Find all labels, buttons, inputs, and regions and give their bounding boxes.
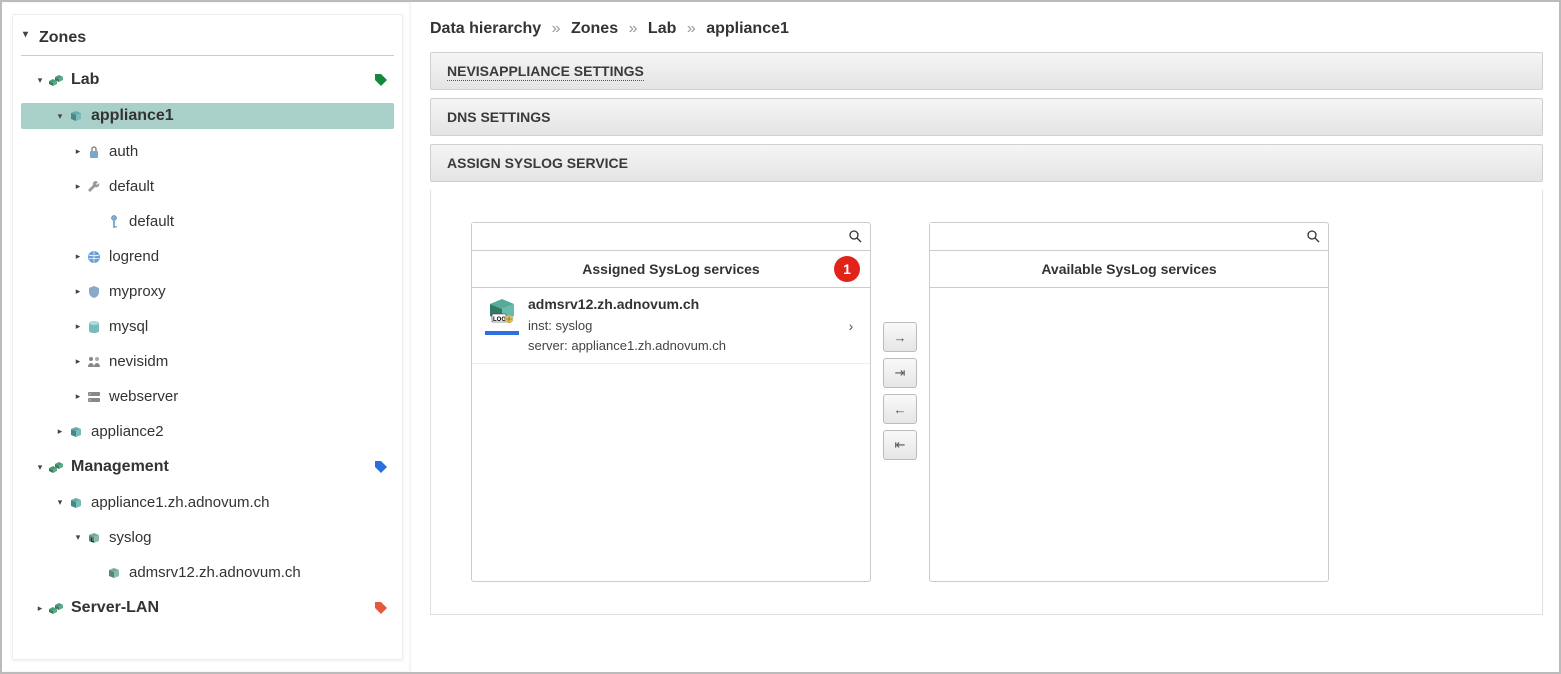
assigned-item[interactable]: LOG admsrv12.zh.adnovum.ch inst: syslog … <box>472 288 870 364</box>
tree-label: Management <box>71 458 169 476</box>
chevron-down-icon <box>53 111 67 122</box>
cube-icon <box>67 424 85 440</box>
log-server-icon: LOG <box>486 296 518 327</box>
panel-nevis[interactable]: NEVISAPPLIANCE SETTINGS <box>430 52 1543 90</box>
tree-label: default <box>129 213 174 230</box>
chevron-right-icon <box>71 146 85 157</box>
chevron-right-icon: › <box>842 318 860 334</box>
panel-syslog[interactable]: ASSIGN SYSLOG SERVICE <box>430 144 1543 182</box>
cubes-icon <box>47 600 65 616</box>
cube-icon <box>67 108 85 124</box>
assigned-header: Assigned SysLog services 1 <box>472 251 870 288</box>
users-icon <box>85 354 103 370</box>
cubes-icon <box>47 459 65 475</box>
tag-icon <box>374 601 388 615</box>
tree-label: default <box>109 178 154 195</box>
tree-item-lab[interactable]: Lab <box>21 67 394 93</box>
chevron-right-icon <box>71 286 85 297</box>
breadcrumb-leaf: appliance1 <box>706 20 789 37</box>
tag-icon <box>374 73 388 87</box>
tree-label: appliance1.zh.adnovum.ch <box>91 494 269 511</box>
tag-icon <box>374 460 388 474</box>
tree-label: auth <box>109 143 138 160</box>
assigned-listbox: Assigned SysLog services 1 LOG admsrv12.… <box>471 222 871 582</box>
globe-icon <box>85 249 103 265</box>
tree-label: logrend <box>109 248 159 265</box>
chevron-down-icon <box>71 532 85 543</box>
chevron-down-icon <box>53 497 67 508</box>
chevron-right-icon <box>71 181 85 192</box>
tree-item-serverlan[interactable]: Server-LAN <box>21 595 394 621</box>
tree-label: syslog <box>109 529 152 546</box>
tree-label: nevisidm <box>109 353 168 370</box>
breadcrumb-zones[interactable]: Zones <box>571 20 618 37</box>
search-icon[interactable] <box>840 223 870 250</box>
tree-item-appliance1[interactable]: appliance1 <box>21 103 394 129</box>
chevron-right-icon <box>71 391 85 402</box>
move-right-button[interactable]: → <box>883 322 917 352</box>
tree-label: appliance1 <box>91 107 174 125</box>
chevron-right-icon <box>53 426 67 437</box>
key-icon <box>105 214 123 230</box>
item-server: server: appliance1.zh.adnovum.ch <box>528 336 842 356</box>
tree-label: Server-LAN <box>71 599 159 617</box>
tree-item-logrend[interactable]: logrend <box>21 244 394 269</box>
tree-item-admsrv12[interactable]: admsrv12.zh.adnovum.ch <box>21 560 394 585</box>
panel-dns[interactable]: DNS SETTINGS <box>430 98 1543 136</box>
tree-item-webserver[interactable]: webserver <box>21 384 394 409</box>
wrench-icon <box>85 179 103 195</box>
move-all-left-button[interactable]: ⇤ <box>883 430 917 460</box>
log-icon: L <box>85 530 103 546</box>
chevron-right-icon <box>33 603 47 614</box>
available-search-input[interactable] <box>930 223 1298 250</box>
assigned-search-input[interactable] <box>472 223 840 250</box>
tree-item-nevisidm[interactable]: nevisidm <box>21 349 394 374</box>
chevron-right-icon <box>71 321 85 332</box>
chevron-right-icon <box>71 251 85 262</box>
cubes-icon <box>47 72 65 88</box>
available-listbox: Available SysLog services <box>929 222 1329 582</box>
svg-text:LOG: LOG <box>493 317 506 323</box>
breadcrumb: Data hierarchy » Zones » Lab » appliance… <box>430 20 1543 52</box>
tree-item-mysql[interactable]: mysql <box>21 314 394 339</box>
item-inst: inst: syslog <box>528 316 842 336</box>
sidebar-tree: Zones Lab <box>2 2 412 672</box>
available-header: Available SysLog services <box>930 251 1328 288</box>
search-icon[interactable] <box>1298 223 1328 250</box>
log-icon <box>105 565 123 581</box>
tree-label: appliance2 <box>91 423 164 440</box>
count-badge: 1 <box>834 256 860 282</box>
tree-item-default-1[interactable]: default <box>21 174 394 199</box>
tree-label: mysql <box>109 318 148 335</box>
tree-label: admsrv12.zh.adnovum.ch <box>129 564 301 581</box>
move-all-right-button[interactable]: ⇥ <box>883 358 917 388</box>
syslog-body: Assigned SysLog services 1 LOG admsrv12.… <box>430 190 1543 615</box>
tree-label: Lab <box>71 71 99 89</box>
shield-icon <box>85 284 103 300</box>
chevron-down-icon <box>33 462 47 473</box>
move-left-button[interactable]: ← <box>883 394 917 424</box>
database-icon <box>85 319 103 335</box>
item-title: admsrv12.zh.adnovum.ch <box>528 296 842 316</box>
transfer-buttons: → ⇥ ← ⇤ <box>883 322 917 460</box>
tree-item-syslog[interactable]: Lsyslog <box>21 525 394 550</box>
svg-text:L: L <box>91 538 94 544</box>
server-icon <box>85 389 103 405</box>
chevron-down-icon <box>33 75 47 86</box>
tree-item-appliance2[interactable]: appliance2 <box>21 419 394 444</box>
breadcrumb-lab[interactable]: Lab <box>648 20 676 37</box>
tree-item-appliance1zh[interactable]: appliance1.zh.adnovum.ch <box>21 490 394 515</box>
tree-item-management[interactable]: Management <box>21 454 394 480</box>
tree-item-default-2[interactable]: default <box>21 209 394 234</box>
tree-item-auth[interactable]: auth <box>21 139 394 164</box>
chevron-right-icon <box>71 356 85 367</box>
tree-item-myproxy[interactable]: myproxy <box>21 279 394 304</box>
tree-label: webserver <box>109 388 178 405</box>
breadcrumb-root[interactable]: Data hierarchy <box>430 20 541 37</box>
zones-header[interactable]: Zones <box>21 25 394 56</box>
lock-icon <box>85 144 103 160</box>
tree-label: myproxy <box>109 283 166 300</box>
cube-icon <box>67 495 85 511</box>
